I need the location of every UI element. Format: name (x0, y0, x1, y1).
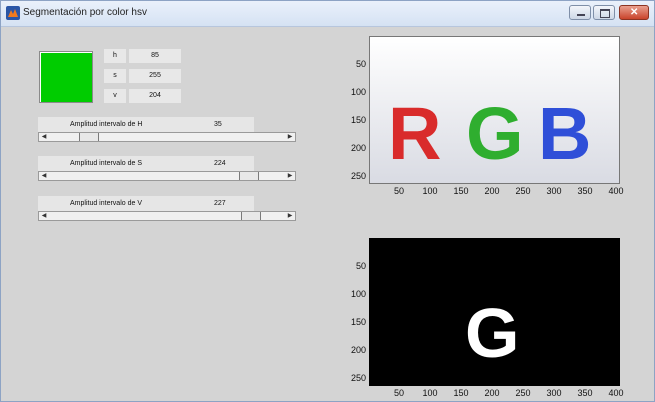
mask-image-axes: G (369, 238, 620, 386)
s-value: 255 (129, 69, 181, 83)
minimize-button[interactable] (569, 5, 591, 20)
right-arrow-icon[interactable]: ▶ (285, 172, 295, 180)
app-window: Segmentación por color hsv ✕ h 85 s 255 … (0, 0, 655, 402)
content-panel: h 85 s 255 v 204 Amplitud intervalo de H… (1, 27, 654, 401)
bottom-y-tick-250: 250 (350, 373, 366, 383)
slider-v-thumb[interactable] (241, 212, 262, 220)
left-arrow-icon[interactable]: ◀ (39, 172, 49, 180)
top-x-tick-50: 50 (393, 186, 404, 196)
color-preview-swatch (39, 51, 93, 103)
mask-letter-g: G (465, 294, 519, 372)
slider-v-value: 227 (214, 200, 226, 207)
maximize-button[interactable] (593, 5, 615, 20)
bottom-x-tick-150: 150 (453, 388, 469, 398)
slider-h-value: 35 (214, 121, 222, 128)
bottom-y-tick-50: 50 (355, 261, 366, 271)
h-value: 85 (129, 49, 181, 63)
slider-h-thumb[interactable] (79, 133, 100, 141)
right-arrow-icon[interactable]: ▶ (285, 133, 295, 141)
close-icon: ✕ (630, 7, 639, 18)
original-image-axes: R G B (369, 36, 620, 184)
left-arrow-icon[interactable]: ◀ (39, 133, 49, 141)
h-label: h (104, 49, 126, 63)
right-arrow-icon[interactable]: ▶ (285, 212, 295, 220)
bottom-y-tick-150: 150 (350, 317, 366, 327)
close-button[interactable]: ✕ (619, 5, 649, 20)
slider-s-thumb[interactable] (239, 172, 260, 180)
bottom-y-tick-200: 200 (350, 345, 366, 355)
letter-r: R (388, 92, 441, 175)
slider-v-label: Amplitud intervalo de V (70, 200, 142, 207)
bottom-x-tick-100: 100 (422, 388, 438, 398)
slider-s-value: 224 (214, 160, 226, 167)
top-y-tick-250: 250 (350, 171, 366, 181)
top-x-tick-300: 300 (546, 186, 562, 196)
slider-v-label-box: Amplitud intervalo de V 227 (38, 196, 254, 211)
left-arrow-icon[interactable]: ◀ (39, 212, 49, 220)
bottom-x-tick-200: 200 (484, 388, 500, 398)
s-label: s (104, 69, 126, 83)
letter-b: B (538, 92, 591, 175)
top-x-tick-250: 250 (515, 186, 531, 196)
top-x-tick-100: 100 (422, 186, 438, 196)
slider-s-label: Amplitud intervalo de S (70, 160, 142, 167)
maximize-icon (600, 9, 610, 18)
bottom-y-tick-100: 100 (350, 289, 366, 299)
v-value: 204 (129, 89, 181, 103)
bottom-x-tick-350: 350 (577, 388, 593, 398)
top-x-tick-150: 150 (453, 186, 469, 196)
bottom-x-tick-50: 50 (393, 388, 404, 398)
app-icon (6, 6, 20, 20)
slider-s[interactable]: ◀ ▶ (38, 171, 296, 181)
top-x-tick-350: 350 (577, 186, 593, 196)
window-title: Segmentación por color hsv (23, 7, 147, 18)
v-label: v (104, 89, 126, 103)
rgb-image: R G B (370, 37, 619, 183)
title-bar: Segmentación por color hsv ✕ (1, 1, 654, 27)
bottom-x-tick-400: 400 (608, 388, 624, 398)
letter-g: G (466, 92, 524, 175)
bottom-x-tick-250: 250 (515, 388, 531, 398)
top-y-tick-100: 100 (350, 87, 366, 97)
top-y-tick-200: 200 (350, 143, 366, 153)
mask-image: G (465, 294, 519, 372)
top-y-tick-150: 150 (350, 115, 366, 125)
top-x-tick-400: 400 (608, 186, 624, 196)
minimize-icon (577, 14, 585, 16)
slider-h-label: Amplitud intervalo de H (70, 121, 143, 128)
top-y-tick-50: 50 (355, 59, 366, 69)
slider-s-label-box: Amplitud intervalo de S 224 (38, 156, 254, 171)
slider-h-label-box: Amplitud intervalo de H 35 (38, 117, 254, 132)
bottom-x-tick-300: 300 (546, 388, 562, 398)
top-x-tick-200: 200 (484, 186, 500, 196)
slider-v[interactable]: ◀ ▶ (38, 211, 296, 221)
slider-h[interactable]: ◀ ▶ (38, 132, 296, 142)
